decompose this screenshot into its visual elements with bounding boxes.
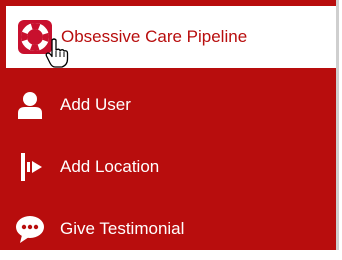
menu-item-give-testimonial[interactable]: Give Testimonial <box>0 198 336 260</box>
menu-item-add-location[interactable]: Add Location <box>0 136 336 198</box>
menu-item-label: Add Location <box>60 157 160 176</box>
menu-item-label: Add User <box>60 95 131 114</box>
menu-item-label: Give Testimonial <box>60 219 185 238</box>
menu-item-add-user[interactable]: Add User <box>0 74 336 136</box>
lifebuoy-icon <box>17 19 53 55</box>
location-flag-icon <box>20 151 43 183</box>
menu-item-label: Obsessive Care Pipeline <box>61 27 248 46</box>
menu-item-obsessive-care-pipeline[interactable]: Obsessive Care Pipeline <box>6 6 336 68</box>
user-icon <box>17 91 43 119</box>
chat-bubble-icon <box>15 214 45 244</box>
side-menu: Obsessive Care Pipeline Add User Add Loc… <box>0 0 339 250</box>
